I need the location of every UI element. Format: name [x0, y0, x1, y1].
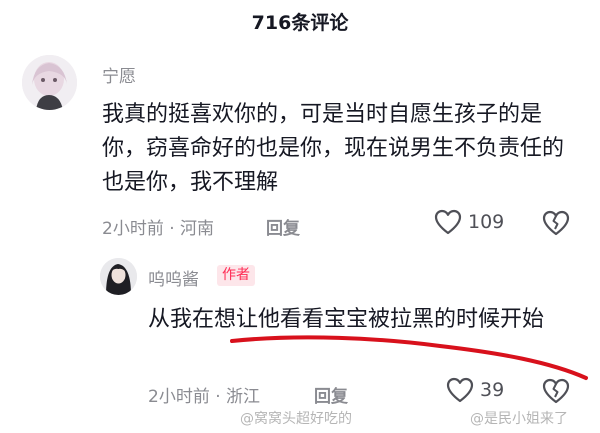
watermark: @是民小姐来了: [470, 411, 568, 427]
broken-heart-icon: [542, 210, 570, 236]
dislike-button[interactable]: [542, 378, 570, 408]
broken-heart-icon: [542, 378, 570, 404]
reply-button[interactable]: 回复: [266, 214, 300, 239]
heart-icon: [434, 209, 462, 235]
reply-username[interactable]: 呜呜酱: [148, 265, 199, 290]
comment-username[interactable]: 宁愿: [102, 62, 136, 87]
avatar[interactable]: [22, 55, 77, 110]
like-count: 39: [480, 379, 505, 401]
reply-text: 从我在想让他看看宝宝被拉黑的时候开始: [148, 307, 545, 332]
avatar[interactable]: [100, 258, 137, 295]
comment-meta: 2小时前 · 河南: [102, 219, 215, 239]
author-badge: 作者: [217, 265, 255, 286]
comments-count-title: 716条评论: [251, 12, 349, 34]
reply-meta: 2小时前 · 浙江: [148, 387, 261, 407]
like-count: 109: [468, 211, 505, 233]
like-button[interactable]: 39: [446, 377, 504, 403]
like-button[interactable]: 109: [434, 209, 504, 235]
dislike-button[interactable]: [542, 210, 570, 240]
comment-text: 我真的挺喜欢你的，可是当时自愿生孩子的是你，窃喜命好的也是你，现在说男生不负责任…: [102, 102, 565, 195]
heart-icon: [446, 377, 474, 403]
watermark: @窝窝头超好吃的: [240, 411, 352, 427]
reply-button[interactable]: 回复: [314, 382, 348, 407]
red-underline-annotation: [230, 335, 588, 380]
